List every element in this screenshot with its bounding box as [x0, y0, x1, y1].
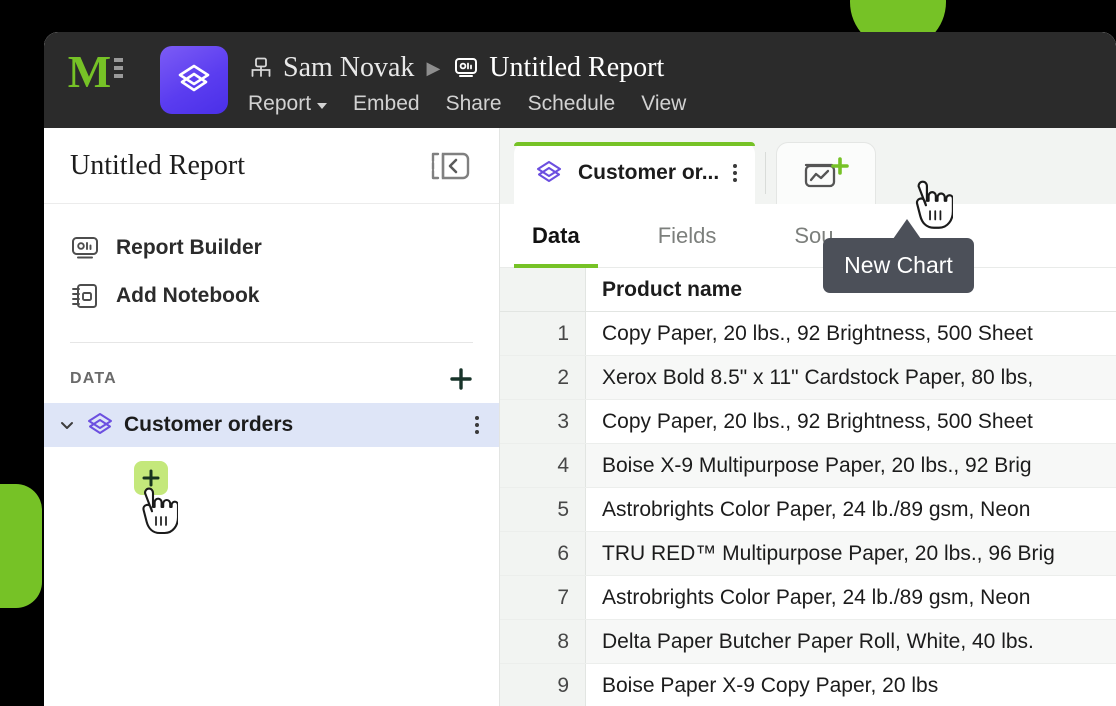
- table-row[interactable]: 3 Copy Paper, 20 lbs., 92 Brightness, 50…: [500, 400, 1116, 444]
- tabstrip-divider: [765, 152, 767, 194]
- brand-logo-dots-icon: [114, 58, 123, 78]
- row-number: 1: [500, 312, 586, 355]
- table-row[interactable]: 2 Xerox Bold 8.5" x 11" Cardstock Paper,…: [500, 356, 1116, 400]
- cell-product-name: TRU RED™ Multipurpose Paper, 20 lbs., 96…: [586, 532, 1116, 575]
- chevron-down-icon: [317, 103, 328, 109]
- plus-icon: [450, 368, 472, 390]
- tab-customer-orders-label: Customer or...: [578, 161, 720, 184]
- nav-item-report-label: Report: [248, 92, 312, 115]
- add-data-source-button[interactable]: [447, 365, 475, 393]
- chevron-down-icon[interactable]: [58, 417, 76, 433]
- row-number: 4: [500, 444, 586, 487]
- dataset-subtabs: Data Fields Sou: [500, 204, 1116, 268]
- sidebar-header: Untitled Report: [44, 128, 499, 204]
- table-row[interactable]: 8 Delta Paper Butcher Paper Roll, White,…: [500, 620, 1116, 664]
- cell-product-name: Delta Paper Butcher Paper Roll, White, 4…: [586, 620, 1116, 663]
- tab-fields[interactable]: Fields: [640, 204, 735, 268]
- nav-item-report[interactable]: Report: [248, 92, 328, 116]
- sidebar-dataset-label: Customer orders: [124, 413, 294, 436]
- nav-item-schedule[interactable]: Schedule: [528, 92, 616, 116]
- cell-product-name: Astrobrights Color Paper, 24 lb./89 gsm,…: [586, 576, 1116, 619]
- collapse-sidebar-button[interactable]: [429, 149, 475, 183]
- app-window: M Sam Novak ▶ Untitled Report Report Emb…: [44, 32, 1116, 706]
- main-panel: Customer or... Data Fields Sou Product n…: [500, 128, 1116, 706]
- cell-product-name: Astrobrights Color Paper, 24 lb./89 gsm,…: [586, 488, 1116, 531]
- table-row[interactable]: 1 Copy Paper, 20 lbs., 92 Brightness, 50…: [500, 312, 1116, 356]
- cell-product-name: Copy Paper, 20 lbs., 92 Brightness, 500 …: [586, 400, 1116, 443]
- plus-icon: [142, 469, 160, 487]
- workspace-body: Untitled Report Report Builder Add Noteb…: [44, 128, 1116, 706]
- collapse-panel-icon: [431, 152, 470, 179]
- sidebar: Untitled Report Report Builder Add Noteb…: [44, 128, 500, 706]
- row-number: 2: [500, 356, 586, 399]
- breadcrumb-separator-icon: ▶: [426, 58, 441, 78]
- tab-fields-label: Fields: [657, 222, 717, 248]
- sidebar-item-add-notebook-label: Add Notebook: [116, 284, 260, 307]
- sidebar-links: Report Builder Add Notebook: [44, 204, 499, 320]
- brand-logo-m[interactable]: M: [68, 49, 111, 95]
- cell-product-name: Xerox Bold 8.5" x 11" Cardstock Paper, 8…: [586, 356, 1116, 399]
- data-table: Product name 1 Copy Paper, 20 lbs., 92 B…: [500, 268, 1116, 706]
- row-number: 9: [500, 664, 586, 706]
- nav-item-schedule-label: Schedule: [527, 92, 616, 115]
- top-navigation-bar: M Sam Novak ▶ Untitled Report Report Emb…: [44, 32, 1116, 128]
- report-builder-icon: [72, 237, 98, 259]
- sidebar-item-report-builder[interactable]: Report Builder: [44, 224, 499, 272]
- breadcrumb-user-label: Sam Novak: [283, 52, 415, 83]
- row-number: 6: [500, 532, 586, 575]
- decorative-green-shape-left: [0, 484, 42, 608]
- cell-product-name: Boise X-9 Multipurpose Paper, 20 lbs., 9…: [586, 444, 1116, 487]
- sidebar-report-title: Untitled Report: [70, 149, 245, 181]
- sidebar-add-chip-area: [44, 447, 499, 535]
- new-chart-tooltip: New Chart: [823, 238, 974, 293]
- table-header-row: Product name: [500, 268, 1116, 312]
- row-number: 3: [500, 400, 586, 443]
- top-nav-menu: Report Embed Share Schedule View: [248, 92, 686, 116]
- dataset-kebab-menu-icon[interactable]: [475, 416, 479, 434]
- row-number: 5: [500, 488, 586, 531]
- cell-product-name: Boise Paper X-9 Copy Paper, 20 lbs: [586, 664, 1116, 706]
- sidebar-dataset-customer-orders[interactable]: Customer orders: [44, 403, 499, 447]
- sidebar-item-add-notebook[interactable]: Add Notebook: [44, 272, 499, 320]
- notebook-icon: [72, 284, 97, 308]
- nav-item-share-label: Share: [445, 92, 502, 115]
- tab-kebab-menu-icon[interactable]: [733, 164, 738, 182]
- table-header-row-number: [500, 268, 586, 311]
- nav-item-view-label: View: [641, 92, 687, 115]
- new-chart-tooltip-label: New Chart: [844, 252, 953, 278]
- tab-customer-orders[interactable]: Customer or...: [514, 142, 756, 204]
- report-icon: [455, 58, 478, 77]
- breadcrumb-report-label: Untitled Report: [489, 52, 665, 83]
- nav-item-share[interactable]: Share: [446, 92, 502, 116]
- nav-item-embed[interactable]: Embed: [353, 92, 420, 116]
- dataset-icon: [88, 413, 112, 434]
- breadcrumb-user[interactable]: Sam Novak: [248, 52, 414, 84]
- row-number: 7: [500, 576, 586, 619]
- nav-item-view[interactable]: View: [641, 92, 686, 116]
- table-row[interactable]: 5 Astrobrights Color Paper, 24 lb./89 gs…: [500, 488, 1116, 532]
- tooltip-arrow: [893, 219, 921, 239]
- cell-product-name: Copy Paper, 20 lbs., 92 Brightness, 500 …: [586, 312, 1116, 355]
- add-chart-chip-button[interactable]: [134, 461, 168, 495]
- new-chart-icon: [805, 156, 850, 187]
- tab-data[interactable]: Data: [514, 204, 598, 268]
- user-org-icon: [251, 57, 271, 77]
- sidebar-section-data: DATA: [44, 343, 499, 403]
- app-icon[interactable]: [160, 46, 228, 114]
- chart-tabstrip: Customer or...: [500, 128, 1116, 204]
- nav-item-embed-label: Embed: [353, 92, 420, 115]
- sidebar-item-report-builder-label: Report Builder: [116, 236, 262, 259]
- table-row[interactable]: 6 TRU RED™ Multipurpose Paper, 20 lbs., …: [500, 532, 1116, 576]
- breadcrumb: Sam Novak ▶ Untitled Report: [248, 48, 664, 88]
- table-row[interactable]: 4 Boise X-9 Multipurpose Paper, 20 lbs.,…: [500, 444, 1116, 488]
- layers-diamond-icon: [178, 64, 210, 92]
- sidebar-section-data-label: DATA: [70, 370, 117, 387]
- table-row[interactable]: 9 Boise Paper X-9 Copy Paper, 20 lbs: [500, 664, 1116, 706]
- dataset-icon: [536, 160, 562, 183]
- tab-data-label: Data: [532, 222, 580, 248]
- row-number: 8: [500, 620, 586, 663]
- new-chart-tab-button[interactable]: [776, 142, 877, 204]
- table-row[interactable]: 7 Astrobrights Color Paper, 24 lb./89 gs…: [500, 576, 1116, 620]
- breadcrumb-report[interactable]: Untitled Report: [452, 52, 664, 84]
